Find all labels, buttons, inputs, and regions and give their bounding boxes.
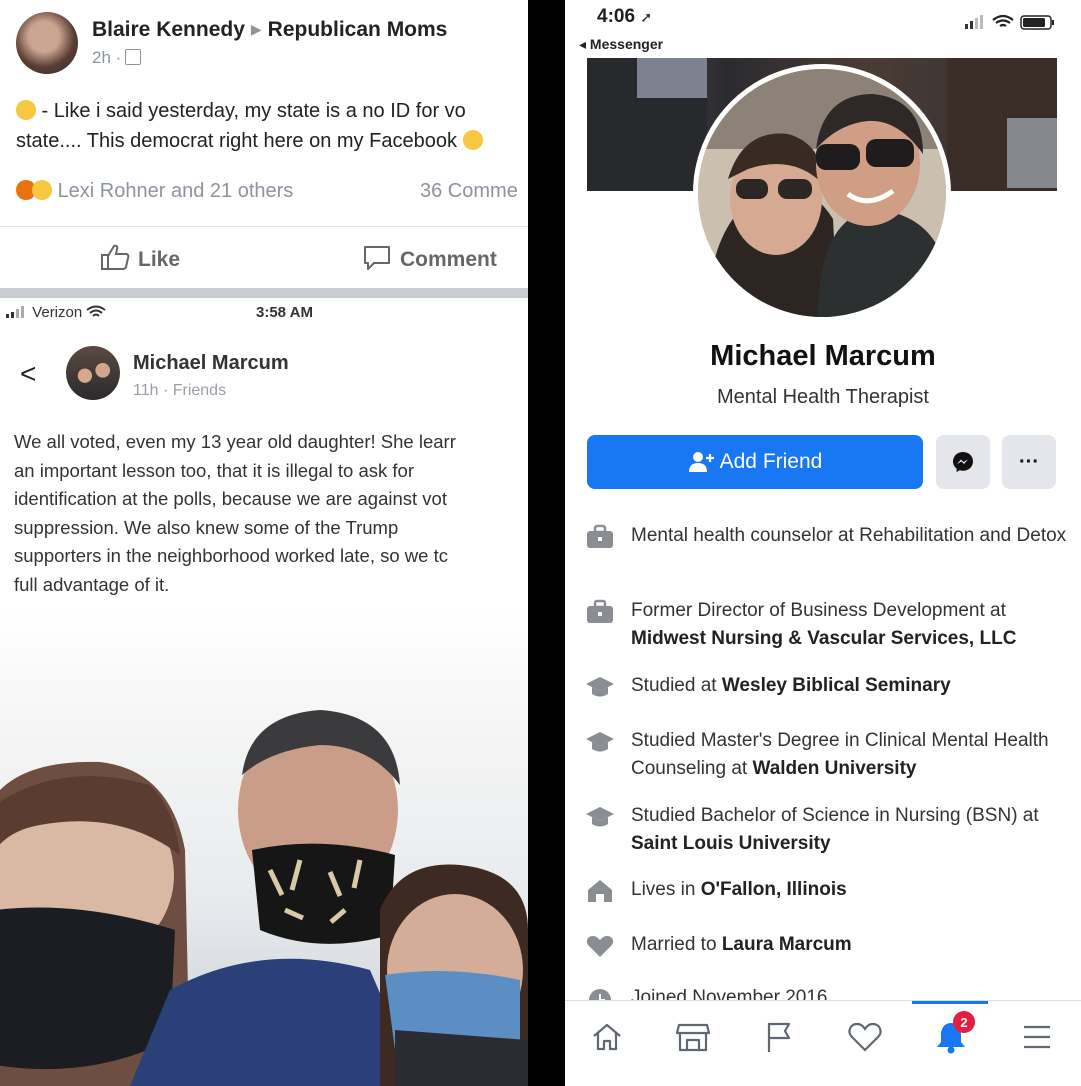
notification-count-badge: 2	[953, 1011, 975, 1033]
more-options-button[interactable]: ···	[1002, 435, 1056, 489]
post-time: 2h ·	[92, 48, 122, 67]
screenshot-divider	[0, 288, 528, 298]
tab-dating[interactable]	[843, 1017, 887, 1057]
share-arrow-icon: ▶	[250, 21, 262, 37]
emoji-icon	[462, 130, 483, 150]
spouse-link[interactable]: Laura Marcum	[722, 934, 852, 955]
graduation-cap-icon	[586, 677, 614, 697]
comments-count[interactable]: 36 Comme	[420, 180, 518, 203]
heart-icon	[586, 936, 614, 957]
messenger-icon	[953, 452, 973, 472]
family-photo	[0, 610, 528, 1086]
location-arrow-icon: ➚	[640, 9, 653, 25]
reactions-summary[interactable]: Lexi Rohner and 21 others	[58, 180, 294, 202]
post-header: Blaire Kennedy ▶ Republican Moms	[92, 18, 447, 42]
author-name[interactable]: Blaire Kennedy	[92, 18, 245, 41]
post-line: suppression. We also knew some of the Tr…	[14, 516, 399, 538]
info-text: Studied Master's Degree in Clinical Ment…	[631, 730, 1049, 779]
house-icon	[588, 880, 612, 902]
left-screenshot-composite: Blaire Kennedy ▶ Republican Moms 2h · - Li…	[0, 0, 528, 1086]
graduation-cap-icon	[586, 807, 614, 827]
wifi-icon	[86, 305, 107, 317]
carrier-label: Verizon	[6, 304, 107, 321]
flag-icon	[767, 1022, 791, 1052]
post-meta: 2h ·	[92, 48, 142, 68]
info-text: Married to Laura Marcum	[631, 934, 852, 955]
info-text: Studied Bachelor of Science in Nursing (…	[631, 805, 1039, 854]
family-photo-illustration	[0, 710, 528, 1086]
post-line: identification at the polls, because we …	[14, 488, 447, 509]
school-link[interactable]: Walden University	[752, 758, 916, 779]
post-line-2: state.... This democrat right here on my…	[16, 130, 457, 152]
tab-home[interactable]	[585, 1017, 629, 1057]
tab-marketplace[interactable]	[671, 1017, 715, 1057]
active-tab-indicator	[912, 1001, 988, 1004]
school-link[interactable]: Wesley Biblical Seminary	[722, 675, 951, 696]
system-status-icons	[965, 14, 1054, 30]
shared-post-screenshot: Verizon 3:58 AM < Michael Marcum 11h · F…	[0, 298, 528, 610]
signal-icon	[6, 306, 24, 318]
briefcase-icon	[587, 524, 613, 548]
profile-screen: 4:06 ➚ ◂ Messenger Michael Marcum Mental…	[565, 0, 1081, 1086]
profile-name: Michael Marcum	[710, 340, 936, 372]
unamused-emoji-icon	[16, 100, 36, 120]
home-icon	[593, 1023, 621, 1051]
post-line: an important lesson too, that it is ille…	[14, 459, 415, 481]
info-text: Lives in O'Fallon, Illinois	[631, 879, 847, 900]
graduation-cap-icon	[586, 732, 614, 752]
post-actions: Like Comment	[0, 226, 528, 289]
post-line-1: - Like i said yesterday, my state is a n…	[36, 100, 466, 122]
status-time: 3:58 AM	[256, 304, 313, 321]
like-button[interactable]: Like	[100, 243, 180, 272]
comment-icon	[364, 246, 390, 270]
post-line: full advantage of it.	[14, 573, 170, 595]
info-text: Mental health counselor at Rehabilitatio…	[631, 525, 1067, 546]
employer-link[interactable]: Midwest Nursing & Vascular Services, LLC	[631, 628, 1016, 649]
profile-picture[interactable]	[693, 64, 951, 322]
tab-pages[interactable]	[757, 1017, 801, 1057]
menu-icon	[1024, 1025, 1050, 1049]
thumbs-up-icon	[101, 244, 130, 270]
privacy-icon	[125, 49, 142, 65]
author-avatar[interactable]	[66, 346, 120, 400]
author-name[interactable]: Michael Marcum	[133, 352, 289, 375]
heart-icon	[848, 1022, 882, 1052]
bottom-tab-bar: 2	[565, 1000, 1081, 1086]
author-avatar[interactable]	[16, 12, 78, 74]
add-user-icon	[688, 452, 714, 472]
back-to-messenger-link[interactable]: ◂ Messenger	[579, 36, 663, 53]
reactions-row: Lexi Rohner and 21 others 36 Comme	[16, 180, 528, 203]
school-link[interactable]: Saint Louis University	[631, 833, 831, 854]
briefcase-icon	[587, 599, 613, 623]
marketplace-icon	[675, 1023, 711, 1052]
message-button[interactable]	[936, 435, 990, 489]
wow-reaction-icon	[32, 180, 52, 200]
post-line: We all voted, even my 13 year old daught…	[14, 431, 456, 452]
info-text: Former Director of Business Development …	[631, 600, 1017, 649]
post-meta: 11h · Friends	[133, 382, 227, 399]
city-link[interactable]: O'Fallon, Illinois	[701, 879, 847, 900]
info-text: Studied at Wesley Biblical Seminary	[631, 675, 951, 696]
comment-button[interactable]: Comment	[362, 243, 497, 272]
post-line: supporters in the neighborhood worked la…	[14, 545, 448, 566]
add-friend-button[interactable]: Add Friend	[587, 435, 923, 489]
back-chevron-icon[interactable]: <	[20, 358, 36, 390]
group-name[interactable]: Republican Moms	[268, 18, 448, 41]
status-time: 4:06 ➚	[597, 6, 653, 27]
facebook-group-post: Blaire Kennedy ▶ Republican Moms 2h · - Li…	[0, 0, 528, 290]
post-text: - Like i said yesterday, my state is a n…	[16, 96, 528, 156]
post-text: We all voted, even my 13 year old daught…	[14, 428, 528, 599]
profile-headline: Mental Health Therapist	[717, 386, 929, 408]
tab-menu[interactable]	[1015, 1017, 1059, 1057]
